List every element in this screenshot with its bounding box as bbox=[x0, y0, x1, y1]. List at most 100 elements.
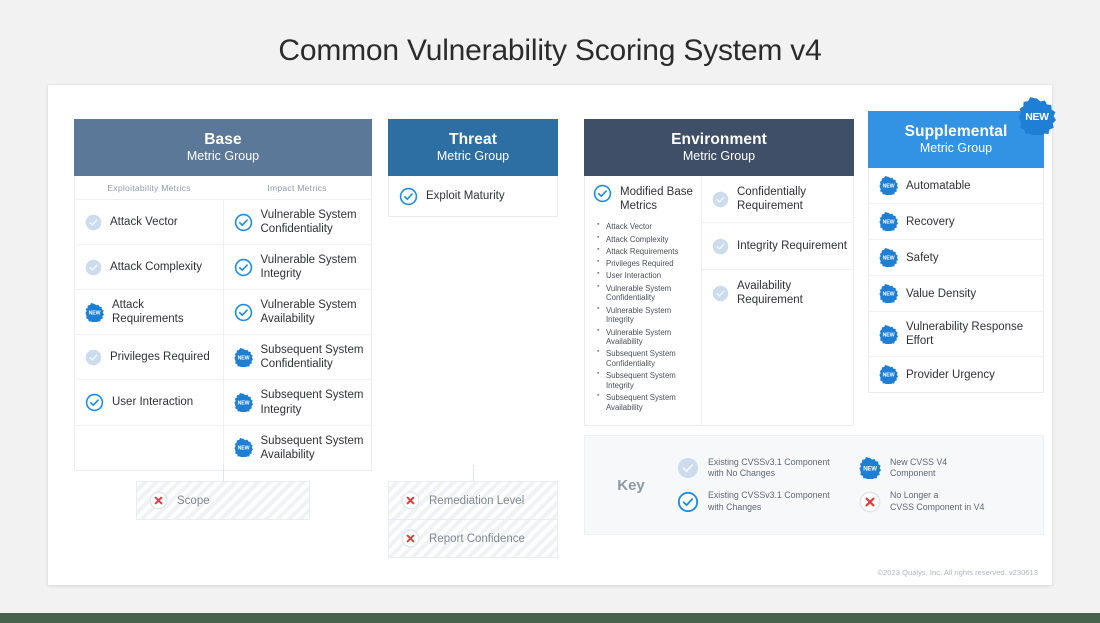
legend-label: No Longer a CVSS Component in V4 bbox=[890, 490, 984, 513]
metric-integrity-requirement[interactable]: Integrity Requirement bbox=[702, 223, 853, 269]
table-row: Automatable bbox=[869, 168, 1043, 203]
threat-group-body: Exploit Maturity bbox=[388, 176, 558, 218]
metric-recovery[interactable]: Recovery bbox=[869, 204, 1043, 239]
subhead-impact: Impact Metrics bbox=[267, 183, 327, 194]
list-item: Attack Requirements bbox=[597, 246, 697, 257]
removed-metric-remediation-level[interactable]: Remediation Level bbox=[389, 482, 557, 519]
infographic-canvas: Common Vulnerability Scoring System v4 B… bbox=[0, 0, 1100, 623]
base-group-body: Exploitability Metrics Impact Metrics At… bbox=[74, 176, 372, 471]
legend-title: Key bbox=[617, 476, 645, 494]
metric-user-interaction[interactable]: User Interaction bbox=[75, 380, 223, 424]
check-unchanged-icon bbox=[712, 238, 729, 255]
new-badge-icon bbox=[234, 438, 253, 457]
base-group-header: Base Metric Group bbox=[74, 119, 372, 177]
removed-x-icon bbox=[401, 491, 420, 510]
new-badge-icon bbox=[859, 457, 881, 479]
list-item: User Interaction bbox=[597, 270, 697, 281]
threat-group-title: Threat bbox=[449, 131, 497, 148]
base-connector-line bbox=[223, 465, 224, 482]
environment-group-header: Environment Metric Group bbox=[584, 119, 854, 177]
legend-item-removed: No Longer a CVSS Component in V4 bbox=[859, 490, 1029, 513]
metric-modified-base-metrics[interactable]: Modified Base Metrics bbox=[593, 184, 697, 213]
check-unchanged-icon bbox=[85, 259, 102, 276]
new-badge-icon bbox=[879, 284, 898, 303]
legend-label: Existing CVSSv3.1 Component with Changes bbox=[708, 490, 830, 513]
metric-group-environment: Environment Metric Group Modified Base M… bbox=[584, 119, 854, 427]
removed-x-icon bbox=[401, 529, 420, 548]
check-unchanged-icon bbox=[677, 457, 699, 479]
metric-vulnerable-system-integrity[interactable]: Vulnerable System Integrity bbox=[222, 245, 372, 290]
table-row: Provider Urgency bbox=[869, 356, 1043, 392]
table-row: Availability Requirement bbox=[702, 269, 853, 316]
table-row: Recovery bbox=[869, 203, 1043, 239]
list-item: Vulnerable System Integrity bbox=[597, 305, 697, 325]
table-row: Attack Requirements Vulnerable System Av… bbox=[75, 289, 372, 335]
metric-confidentiality-requirement[interactable]: Confidentially Requirement bbox=[702, 176, 853, 222]
metric-exploit-maturity[interactable]: Exploit Maturity bbox=[389, 176, 557, 216]
metric-label: Automatable bbox=[906, 179, 971, 192]
metric-empty-cell bbox=[75, 426, 223, 470]
copyright-notice: ©2023 Qualys, Inc. All rights reserved. … bbox=[877, 568, 1038, 577]
metric-safety[interactable]: Safety bbox=[869, 240, 1043, 275]
legend-item-with-changes: Existing CVSSv3.1 Component with Changes bbox=[677, 490, 847, 513]
removed-metric-scope[interactable]: Scope bbox=[136, 481, 310, 520]
new-badge-icon bbox=[879, 248, 898, 267]
metric-label: Vulnerable System Integrity bbox=[260, 254, 357, 281]
legend-line-2: Component bbox=[890, 468, 936, 479]
removed-metric-report-confidence[interactable]: Report Confidence bbox=[389, 519, 557, 557]
new-badge-icon bbox=[234, 393, 253, 412]
check-unchanged-icon bbox=[85, 349, 102, 366]
removed-row: Scope bbox=[137, 482, 309, 519]
metric-provider-urgency[interactable]: Provider Urgency bbox=[869, 357, 1043, 392]
metric-vulnerable-system-availability[interactable]: Vulnerable System Availability bbox=[222, 290, 372, 335]
new-badge-icon bbox=[879, 176, 898, 195]
metric-value-density[interactable]: Value Density bbox=[869, 276, 1043, 311]
removed-label: Report Confidence bbox=[429, 532, 525, 545]
environment-group-subtitle: Metric Group bbox=[682, 149, 756, 164]
check-changed-icon bbox=[399, 187, 418, 206]
table-row: Safety bbox=[869, 239, 1043, 275]
metric-subsequent-system-availability[interactable]: Subsequent System Availability bbox=[222, 425, 372, 470]
metric-vulnerable-system-confidentiality[interactable]: Vulnerable System Confidentiality bbox=[222, 200, 372, 245]
check-changed-icon bbox=[234, 303, 253, 322]
metric-label: Attack Requirements bbox=[112, 299, 184, 326]
check-changed-icon bbox=[677, 491, 699, 513]
table-row: User Interaction Subsequent System Integ… bbox=[75, 379, 372, 425]
legend-line-2: with Changes bbox=[708, 501, 762, 512]
legend-line-1: No Longer a bbox=[890, 490, 939, 500]
list-item: Subsequent System Availability bbox=[597, 392, 697, 412]
metric-privileges-required[interactable]: Privileges Required bbox=[75, 335, 223, 379]
metric-attack-complexity[interactable]: Attack Complexity bbox=[75, 245, 223, 289]
supplemental-group-subtitle: Metric Group bbox=[919, 141, 993, 156]
metric-label: Attack Vector bbox=[110, 216, 178, 229]
legend-key: Key Existing CVSSv3.1 Component with No … bbox=[584, 435, 1044, 535]
legend-line-1: Existing CVSSv3.1 Component bbox=[708, 490, 830, 500]
threat-connector-line bbox=[473, 465, 474, 482]
new-badge-icon bbox=[1018, 97, 1056, 135]
check-changed-icon bbox=[593, 184, 612, 203]
table-row: Attack Complexity Vulnerable System Inte… bbox=[75, 244, 372, 290]
legend-line-1: New CVSS V4 bbox=[890, 456, 948, 467]
metric-subsequent-system-integrity[interactable]: Subsequent System Integrity bbox=[222, 380, 372, 425]
metric-attack-requirements[interactable]: Attack Requirements bbox=[75, 290, 223, 334]
metric-subsequent-system-confidentiality[interactable]: Subsequent System Confidentiality bbox=[222, 335, 372, 380]
metric-automatable[interactable]: Automatable bbox=[869, 168, 1043, 203]
metric-label: Safety bbox=[906, 251, 939, 264]
environment-group-body: Modified Base Metrics Attack Vector Atta… bbox=[584, 176, 854, 427]
removed-x-icon bbox=[149, 491, 168, 510]
metric-label: Recovery bbox=[906, 215, 955, 228]
base-group-subtitle: Metric Group bbox=[186, 149, 260, 164]
subhead-exploitability: Exploitability Metrics bbox=[107, 183, 191, 194]
table-row: Privileges Required Subsequent System Co… bbox=[75, 334, 372, 380]
list-item: Attack Complexity bbox=[597, 234, 697, 245]
metric-label: Availability Requirement bbox=[737, 280, 803, 307]
list-item: Subsequent System Confidentiality bbox=[597, 348, 697, 368]
metric-availability-requirement[interactable]: Availability Requirement bbox=[702, 270, 853, 316]
page-title: Common Vulnerability Scoring System v4 bbox=[278, 34, 822, 67]
metric-vulnerability-response-effort[interactable]: Vulnerability Response Effort bbox=[869, 312, 1043, 356]
metric-label: Subsequent System Integrity bbox=[260, 389, 364, 416]
check-changed-icon bbox=[85, 393, 104, 412]
metric-group-threat: Threat Metric Group Exploit Maturity bbox=[388, 119, 558, 218]
legend-item-new-component: New CVSS V4 Component bbox=[859, 457, 1029, 480]
metric-attack-vector[interactable]: Attack Vector bbox=[75, 200, 223, 244]
